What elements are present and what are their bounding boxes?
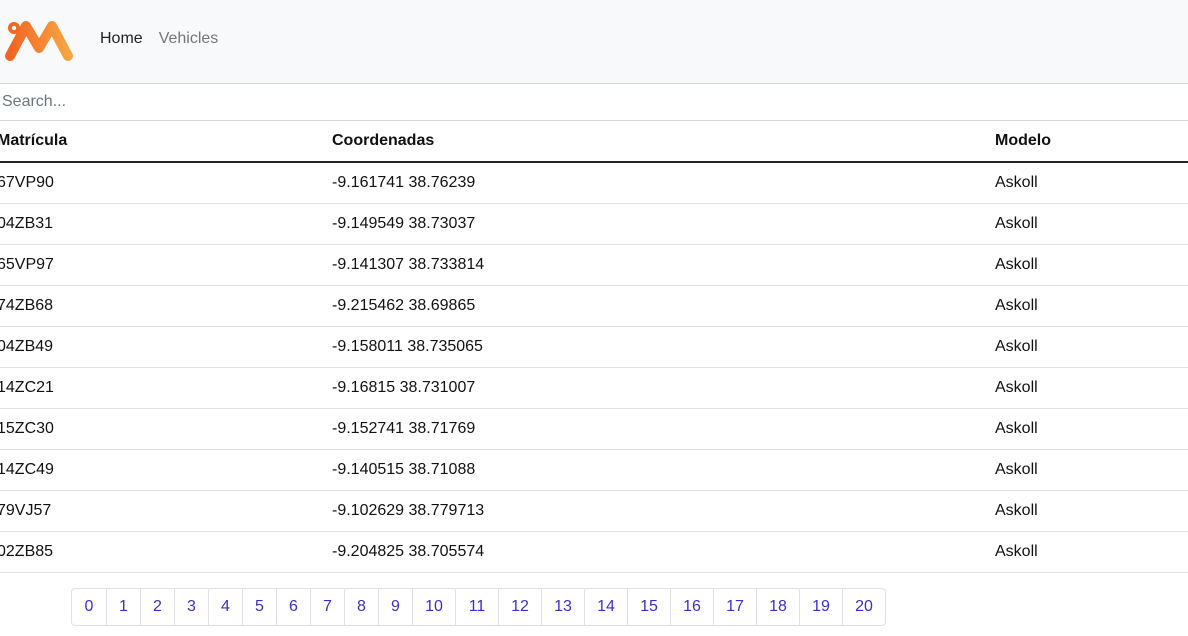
cell-modelo: Askoll — [995, 408, 1188, 450]
cell-modelo: Askoll — [995, 244, 1188, 286]
table-row[interactable]: 74ZB68 -9.215462 38.69865 Askoll — [0, 285, 1188, 327]
page-link-11[interactable]: 11 — [455, 589, 498, 625]
nav-home-link[interactable]: Home — [100, 30, 143, 48]
cell-matricula: 15ZC30 — [0, 408, 332, 450]
cell-coordenadas: -9.102629 38.779713 — [332, 490, 995, 532]
column-header-coordenadas[interactable]: Coordenadas — [332, 121, 995, 163]
cell-coordenadas: -9.152741 38.71769 — [332, 408, 995, 450]
table-row[interactable]: 04ZB49 -9.158011 38.735065 Askoll — [0, 326, 1188, 368]
cell-coordenadas: -9.16815 38.731007 — [332, 367, 995, 409]
nav-links: Home Vehicles — [100, 30, 218, 48]
page-link-14[interactable]: 14 — [584, 589, 627, 625]
brand-logo[interactable] — [2, 18, 76, 64]
cell-coordenadas: -9.215462 38.69865 — [332, 285, 995, 327]
cell-matricula: 14ZC21 — [0, 367, 332, 409]
pagination: 0 1 2 3 4 5 6 7 8 9 10 11 12 13 14 15 16 17 18 19 20 — [71, 588, 886, 626]
table-row[interactable]: 15ZC30 -9.152741 38.71769 Askoll — [0, 408, 1188, 450]
cell-modelo: Askoll — [995, 449, 1188, 491]
page-link-18[interactable]: 18 — [756, 589, 799, 625]
table-row[interactable]: 14ZC21 -9.16815 38.731007 Askoll — [0, 367, 1188, 409]
page-link-8[interactable]: 8 — [344, 589, 378, 625]
table-row[interactable]: 67VP90 -9.161741 38.76239 Askoll — [0, 162, 1188, 204]
page-link-4[interactable]: 4 — [208, 589, 242, 625]
table-row[interactable]: 14ZC49 -9.140515 38.71088 Askoll — [0, 449, 1188, 491]
page-link-0[interactable]: 0 — [72, 589, 106, 625]
table-row[interactable]: 65VP97 -9.141307 38.733814 Askoll — [0, 244, 1188, 286]
page-link-12[interactable]: 12 — [498, 589, 541, 625]
cell-matricula: 04ZB31 — [0, 203, 332, 245]
navbar: Home Vehicles — [0, 0, 1188, 84]
cell-modelo: Askoll — [995, 203, 1188, 245]
cell-matricula: 65VP97 — [0, 244, 332, 286]
cell-coordenadas: -9.161741 38.76239 — [332, 162, 995, 204]
column-header-modelo[interactable]: Modelo — [995, 121, 1188, 163]
cell-coordenadas: -9.204825 38.705574 — [332, 531, 995, 573]
page-link-1[interactable]: 1 — [106, 589, 140, 625]
cell-matricula: 04ZB49 — [0, 326, 332, 368]
page-link-7[interactable]: 7 — [310, 589, 344, 625]
cell-matricula: 67VP90 — [0, 162, 332, 204]
cell-modelo: Askoll — [995, 285, 1188, 327]
cell-matricula: 02ZB85 — [0, 531, 332, 573]
cell-modelo: Askoll — [995, 367, 1188, 409]
page-link-20[interactable]: 20 — [842, 589, 885, 625]
page-link-3[interactable]: 3 — [174, 589, 208, 625]
table-row[interactable]: 02ZB85 -9.204825 38.705574 Askoll — [0, 531, 1188, 573]
table-row[interactable]: 04ZB31 -9.149549 38.73037 Askoll — [0, 203, 1188, 245]
nav-vehicles-link[interactable]: Vehicles — [159, 30, 219, 48]
search-input[interactable] — [0, 84, 1188, 121]
cell-coordenadas: -9.140515 38.71088 — [332, 449, 995, 491]
page-link-17[interactable]: 17 — [713, 589, 756, 625]
table-body: 67VP90 -9.161741 38.76239 Askoll 04ZB31 -9.1… — [0, 162, 1188, 573]
page-link-5[interactable]: 5 — [242, 589, 276, 625]
cell-modelo: Askoll — [995, 531, 1188, 573]
cell-modelo: Askoll — [995, 162, 1188, 204]
page-link-10[interactable]: 10 — [412, 589, 455, 625]
vehicles-table: Matrícula Coordenadas Modelo 67VP90 -9.16… — [0, 121, 1188, 573]
table-header-row: Matrícula Coordenadas Modelo — [0, 121, 1188, 163]
cell-modelo: Askoll — [995, 490, 1188, 532]
column-header-matricula[interactable]: Matrícula — [0, 121, 332, 163]
page-link-19[interactable]: 19 — [799, 589, 842, 625]
page-link-16[interactable]: 16 — [670, 589, 713, 625]
page-link-15[interactable]: 15 — [627, 589, 670, 625]
page-link-9[interactable]: 9 — [378, 589, 412, 625]
cell-modelo: Askoll — [995, 326, 1188, 368]
page-link-2[interactable]: 2 — [140, 589, 174, 625]
page-link-13[interactable]: 13 — [541, 589, 584, 625]
cell-matricula: 79VJ57 — [0, 490, 332, 532]
cell-coordenadas: -9.141307 38.733814 — [332, 244, 995, 286]
cell-matricula: 74ZB68 — [0, 285, 332, 327]
cell-coordenadas: -9.149549 38.73037 — [332, 203, 995, 245]
cell-coordenadas: -9.158011 38.735065 — [332, 326, 995, 368]
page-link-6[interactable]: 6 — [276, 589, 310, 625]
cell-matricula: 14ZC49 — [0, 449, 332, 491]
table-row[interactable]: 79VJ57 -9.102629 38.779713 Askoll — [0, 490, 1188, 532]
